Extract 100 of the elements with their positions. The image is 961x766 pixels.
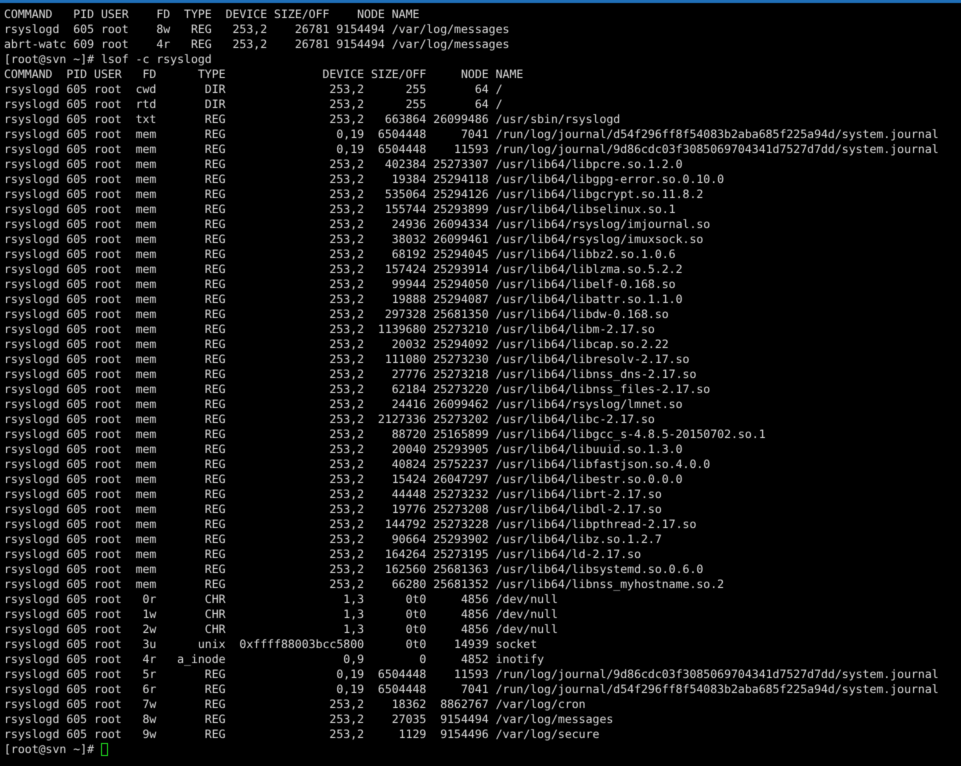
table-cell: 605 — [66, 412, 88, 427]
table-cell: rsyslogd — [4, 82, 60, 97]
table-cell: 25165899 — [433, 427, 489, 442]
table-cell: REG — [204, 727, 226, 742]
table-cell: CHR — [204, 607, 226, 622]
table-cell: root — [94, 502, 122, 517]
table-cell: 253,2 — [232, 37, 268, 52]
table-cell: 1139680 — [378, 322, 426, 337]
table-cell: root — [94, 217, 122, 232]
table-cell: rsyslogd — [4, 517, 60, 532]
table-cell: 68192 — [392, 247, 426, 262]
table-cell: 9w — [142, 727, 156, 742]
table-cell: unix — [198, 637, 226, 652]
table-cell: 253,2 — [329, 307, 364, 322]
table-cell: 4r — [156, 37, 170, 52]
table-cell: /usr/lib64/libnss_files-2.17.so — [496, 382, 710, 397]
table-cell: 27035 — [392, 712, 426, 727]
table-cell: 25293899 — [433, 202, 489, 217]
table-cell: /run/log/journal/d54f296ff8f54083b2aba685f225a94d/system.journal — [496, 682, 939, 697]
table-cell: mem — [136, 322, 156, 337]
table-cell: 7041 — [460, 682, 489, 697]
table-cell: mem — [136, 157, 156, 172]
table-cell: 605 — [66, 172, 88, 187]
table-cell: REG — [204, 502, 226, 517]
table-cell: /usr/lib64/librt-2.17.so — [496, 487, 662, 502]
table-cell: 25273218 — [433, 367, 489, 382]
table-cell: 162560 — [384, 562, 426, 577]
table-cell: rsyslogd — [4, 322, 60, 337]
table-cell: 3u — [142, 637, 156, 652]
table-cell: 605 — [66, 142, 88, 157]
table-cell: root — [94, 412, 122, 427]
table-cell: 25681363 — [433, 562, 489, 577]
table-cell: txt — [136, 112, 156, 127]
table-cell: 26099461 — [433, 232, 489, 247]
table-cell: /usr/lib64/libestr.so.0.0.0 — [496, 472, 683, 487]
table-cell: /usr/lib64/libm-2.17.so — [496, 322, 655, 337]
table-cell: 62184 — [392, 382, 426, 397]
column-header: NAME — [496, 67, 524, 82]
table-cell: rsyslogd — [4, 652, 60, 667]
table-cell: 20040 — [392, 442, 426, 457]
table-cell: 19384 — [392, 172, 426, 187]
table-cell: mem — [136, 232, 156, 247]
table-cell: root — [94, 352, 122, 367]
table-cell: 0t0 — [406, 607, 426, 622]
table-cell: rsyslogd — [4, 442, 60, 457]
table-cell: 64 — [474, 97, 489, 112]
table-cell: REG — [204, 172, 226, 187]
table-cell: 7w — [142, 697, 156, 712]
table-cell: 99944 — [392, 277, 426, 292]
column-header: DEVICE — [322, 67, 364, 82]
table-cell: 253,2 — [329, 472, 364, 487]
column-header: FD — [156, 7, 170, 22]
table-cell: 25752237 — [433, 457, 489, 472]
table-cell: REG — [204, 337, 226, 352]
table-cell: 144792 — [384, 517, 426, 532]
table-cell: root — [94, 232, 122, 247]
column-header: SIZE/OFF — [370, 67, 426, 82]
table-cell: REG — [204, 352, 226, 367]
table-cell: root — [94, 682, 122, 697]
table-cell: 25294118 — [433, 172, 489, 187]
table-cell: 253,2 — [329, 247, 364, 262]
table-cell: 18362 — [392, 697, 426, 712]
table-cell: 24416 — [392, 397, 426, 412]
table-cell: 605 — [66, 202, 88, 217]
table-cell: 605 — [66, 277, 88, 292]
table-cell: 9154494 — [336, 22, 385, 37]
table-cell: 253,2 — [329, 187, 364, 202]
table-cell: 157424 — [384, 262, 426, 277]
table-cell: rsyslogd — [4, 667, 60, 682]
table-cell: 25294045 — [433, 247, 489, 262]
table-cell: 6504448 — [378, 127, 426, 142]
table-cell: a_inode — [177, 652, 226, 667]
table-cell: 9154496 — [440, 727, 489, 742]
table-cell: root — [94, 652, 122, 667]
table-cell: 605 — [66, 652, 88, 667]
table-cell: /usr/lib64/ld-2.17.so — [496, 547, 641, 562]
table-cell: rsyslogd — [4, 427, 60, 442]
table-cell: 25273208 — [433, 502, 489, 517]
table-cell: 1w — [142, 607, 156, 622]
table-cell: /run/log/journal/9d86cdc03f3085069704341d7527d7dd/system.journal — [496, 142, 939, 157]
table-cell: root — [94, 367, 122, 382]
table-cell: rsyslogd — [4, 487, 60, 502]
table-cell: /var/log/messages — [392, 22, 510, 37]
table-cell: rsyslogd — [4, 247, 60, 262]
table-cell: 25273195 — [433, 547, 489, 562]
table-cell: 535064 — [384, 187, 426, 202]
table-cell: 253,2 — [329, 202, 364, 217]
table-cell: 253,2 — [329, 262, 364, 277]
table-cell: rsyslogd — [4, 562, 60, 577]
table-cell: mem — [136, 412, 156, 427]
table-cell: 25681352 — [433, 577, 489, 592]
table-cell: root — [100, 22, 129, 37]
table-cell: rsyslogd — [4, 112, 60, 127]
table-cell: rsyslogd — [4, 472, 60, 487]
table-cell: 25293905 — [433, 442, 489, 457]
table-cell: mem — [136, 577, 156, 592]
table-cell: 1,3 — [343, 592, 364, 607]
table-cell: 605 — [66, 187, 88, 202]
table-cell: REG — [204, 487, 226, 502]
table-cell: rtd — [136, 97, 156, 112]
